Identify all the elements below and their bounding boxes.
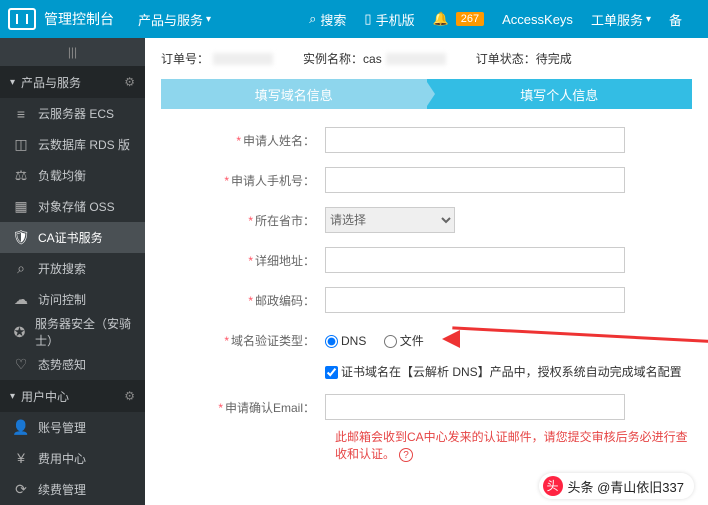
sidebar-item-slb[interactable]: ⚖负载均衡	[0, 160, 145, 191]
search-icon: ⌕	[309, 11, 316, 27]
mobile-button[interactable]: ▯ 手机版	[364, 10, 414, 29]
step-indicator: 填写域名信息 填写个人信息	[161, 79, 692, 109]
watermark: 头 头条 @青山依旧337	[539, 473, 695, 499]
knight-icon: ✪	[12, 324, 27, 341]
email-label: *申请确认Email：	[165, 399, 325, 416]
instance-name: 实例名称：cas	[303, 50, 446, 67]
sidebar-item-situation[interactable]: ♡态势感知	[0, 349, 145, 380]
database-icon: ◫	[12, 136, 30, 153]
order-status: 订单状态：待完成	[476, 50, 572, 67]
cloud-icon: ☁	[12, 291, 30, 308]
sidebar-item-security[interactable]: ✪服务器安全（安骑士）	[0, 315, 145, 349]
step-personal: 填写个人信息	[427, 79, 693, 109]
auto-dns-checkbox[interactable]: 证书域名在【云解析 DNS】产品中，授权系统自动完成域名配置	[325, 365, 682, 379]
products-menu[interactable]: 产品与服务 ▾	[138, 10, 211, 29]
logo-icon	[8, 8, 36, 30]
verify-type-label: *域名验证类型：	[165, 332, 325, 349]
sidebar-item-account[interactable]: 👤账号管理	[0, 412, 145, 443]
main-content: 订单号： 实例名称：cas 订单状态：待完成 填写域名信息 填写个人信息 *申请…	[145, 38, 708, 505]
caret-down-icon: ▾	[10, 391, 15, 402]
toutiao-icon: 头	[543, 476, 563, 496]
sidebar-item-billing[interactable]: ¥费用中心	[0, 443, 145, 474]
sidebar: ||| ▾ 产品与服务 ⚙ ≡云服务器 ECS ◫云数据库 RDS 版 ⚖负载均…	[0, 38, 145, 505]
phone-label: *申请人手机号：	[165, 172, 325, 189]
console-title: 管理控制台	[44, 9, 114, 29]
storage-icon: ▦	[12, 198, 30, 215]
money-icon: ¥	[12, 450, 30, 466]
postal-label: *邮政编码：	[165, 292, 325, 309]
sidebar-collapse[interactable]: |||	[0, 38, 145, 66]
mobile-icon: ▯	[364, 11, 371, 27]
user-icon: 👤	[12, 419, 30, 436]
order-number: 订单号：	[161, 50, 273, 67]
chevron-down-icon: ▾	[206, 14, 211, 25]
address-label: *详细地址：	[165, 252, 325, 269]
sidebar-item-access[interactable]: ☁访问控制	[0, 284, 145, 315]
shield-icon: 🛡	[12, 229, 30, 246]
notifications-button[interactable]: 🔔 267	[433, 11, 485, 27]
sidebar-item-oss[interactable]: ▦对象存储 OSS	[0, 191, 145, 222]
bell-icon: 🔔	[433, 11, 449, 27]
notif-badge: 267	[456, 12, 484, 26]
postal-input[interactable]	[325, 287, 625, 313]
gear-icon: ⚙	[124, 389, 135, 403]
sidebar-item-ecs[interactable]: ≡云服务器 ECS	[0, 98, 145, 129]
email-input[interactable]	[325, 394, 625, 420]
phone-input[interactable]	[325, 167, 625, 193]
loadbalance-icon: ⚖	[12, 167, 30, 184]
radio-dns[interactable]: DNS	[325, 334, 366, 348]
search-button[interactable]: ⌕ 搜索	[309, 10, 346, 29]
sidebar-item-rds[interactable]: ◫云数据库 RDS 版	[0, 129, 145, 160]
renew-icon: ⟳	[12, 481, 30, 498]
backup-menu[interactable]: 备	[669, 10, 682, 29]
help-icon[interactable]: ?	[399, 448, 413, 462]
province-select[interactable]: 请选择	[325, 207, 455, 233]
name-label: *申请人姓名：	[165, 132, 325, 149]
search-icon: ⌕	[12, 260, 30, 277]
ticket-menu[interactable]: 工单服务 ▾	[591, 10, 651, 29]
accesskeys-link[interactable]: AccessKeys	[502, 12, 573, 27]
sidebar-section-products[interactable]: ▾ 产品与服务 ⚙	[0, 66, 145, 98]
products-label: 产品与服务	[138, 10, 203, 29]
sidebar-item-renew[interactable]: ⟳续费管理	[0, 474, 145, 505]
province-label: *所在省市：	[165, 212, 325, 229]
server-icon: ≡	[12, 106, 30, 122]
chevron-down-icon: ▾	[646, 14, 651, 25]
radio-file[interactable]: 文件	[384, 334, 424, 348]
sidebar-item-search[interactable]: ⌕开放搜索	[0, 253, 145, 284]
sidebar-item-ca[interactable]: 🛡CA证书服务	[0, 222, 145, 253]
email-warning: 此邮箱会收到CA中心发来的认证邮件，请您提交审核后务必进行查收和认证。?	[335, 428, 688, 462]
gear-icon: ⚙	[124, 75, 135, 89]
address-input[interactable]	[325, 247, 625, 273]
caret-down-icon: ▾	[10, 77, 15, 88]
awareness-icon: ♡	[12, 356, 30, 373]
step-domain: 填写域名信息	[161, 79, 427, 109]
sidebar-section-user[interactable]: ▾ 用户中心 ⚙	[0, 380, 145, 412]
name-input[interactable]	[325, 127, 625, 153]
